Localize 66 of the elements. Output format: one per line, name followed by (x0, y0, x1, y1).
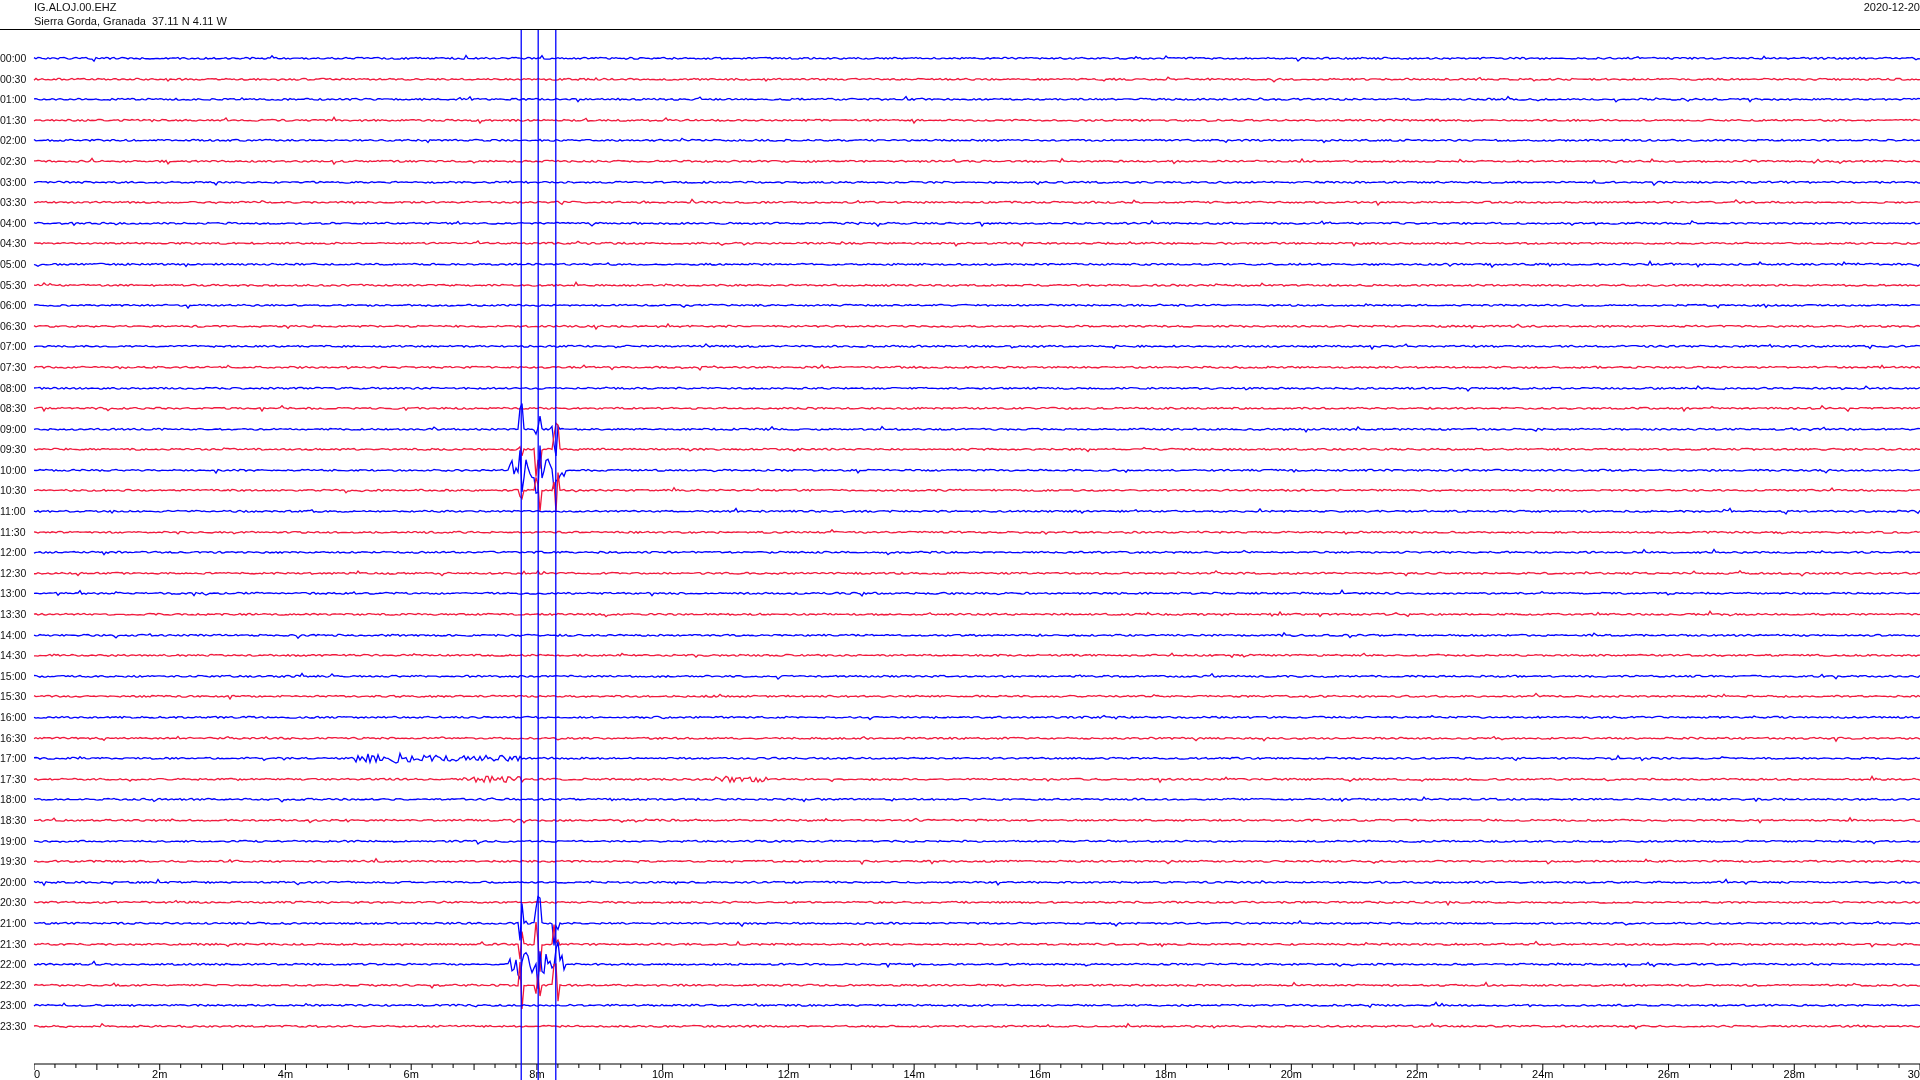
row-time-label: 15:30 (0, 689, 28, 705)
axis-tick-label: 16m (1029, 1067, 1051, 1079)
row-time-label: 23:00 (0, 998, 28, 1014)
axis-tick-label: 26m (1657, 1067, 1680, 1079)
axis-tick-label: 28m (1783, 1067, 1805, 1079)
axis-tick-label: 24m (1532, 1067, 1554, 1079)
row-time-label: 06:30 (0, 318, 28, 334)
row-time-label: 05:30 (0, 277, 28, 293)
row-time-label: 04:30 (0, 236, 28, 252)
axis-tick-label: 10m (651, 1067, 674, 1079)
axis-tick-label: 12m (777, 1067, 800, 1079)
row-time-label: 21:30 (0, 936, 28, 952)
row-time-label: 12:30 (0, 565, 28, 581)
row-time-label: 11:00 (0, 504, 27, 520)
row-time-label: 00:30 (0, 71, 28, 87)
row-time-label: 10:00 (0, 462, 28, 478)
row-time-label: 07:30 (0, 359, 28, 375)
row-time-label: 13:30 (0, 607, 28, 623)
record-date: 2020-12-20 (1863, 0, 1920, 14)
station-location: Sierra Gorda, Granada 37.11 N 4.11 W (34, 14, 227, 28)
row-time-label: 09:30 (0, 442, 28, 458)
station-code: IG.ALOJ.00.EHZ (34, 0, 118, 14)
row-time-label: 01:30 (0, 112, 28, 128)
axis-tick-label: 20m (1280, 1067, 1303, 1079)
row-time-label: 10:30 (0, 483, 28, 499)
row-time-label: 05:00 (0, 256, 28, 272)
row-time-label: 16:30 (0, 730, 28, 746)
row-time-label: 22:00 (0, 957, 28, 973)
row-time-label: 17:30 (0, 771, 28, 787)
row-time-label: 07:00 (0, 339, 28, 355)
row-time-label: 18:30 (0, 812, 28, 828)
row-time-label: 22:30 (0, 977, 28, 993)
row-time-label: 11:30 (0, 524, 27, 540)
axis-tick-label: 6m (403, 1067, 419, 1079)
row-time-label: 20:00 (0, 874, 28, 890)
axis-tick-label: 18m (1154, 1067, 1177, 1079)
row-time-label: 08:30 (0, 401, 28, 417)
row-time-label: 02:00 (0, 133, 28, 149)
row-time-label: 15:00 (0, 668, 28, 684)
axis-tick-label: 30 (1907, 1067, 1920, 1079)
row-time-label: 01:00 (0, 92, 28, 108)
row-time-label: 09:00 (0, 421, 28, 437)
row-time-label: 13:00 (0, 586, 28, 602)
row-time-label: 12:00 (0, 545, 28, 561)
row-time-label: 18:00 (0, 792, 28, 808)
row-time-label: 20:30 (0, 895, 28, 911)
row-time-label: 00:00 (0, 51, 28, 66)
row-time-label: 16:00 (0, 710, 28, 725)
row-time-label: 06:00 (0, 298, 28, 314)
row-time-label: 17:00 (0, 751, 28, 767)
axis-tick-label: 0 (34, 1067, 41, 1079)
axis-tick-label: 22m (1406, 1067, 1428, 1079)
row-time-label: 23:30 (0, 1018, 28, 1034)
row-time-label: 21:00 (0, 915, 28, 931)
row-time-label: 03:30 (0, 195, 28, 211)
row-time-label: 04:00 (0, 215, 28, 231)
row-time-label: 08:00 (0, 380, 28, 396)
row-time-label: 19:00 (0, 833, 28, 849)
row-time-label: 19:30 (0, 854, 28, 870)
axis-tick-label: 2m (152, 1067, 168, 1079)
row-time-label: 03:00 (0, 174, 28, 190)
axis-tick-label: 4m (277, 1067, 294, 1079)
axis-tick-label: 14m (903, 1067, 925, 1079)
row-time-label: 14:00 (0, 627, 28, 643)
row-time-label: 14:30 (0, 648, 28, 664)
row-time-label: 02:30 (0, 153, 28, 169)
